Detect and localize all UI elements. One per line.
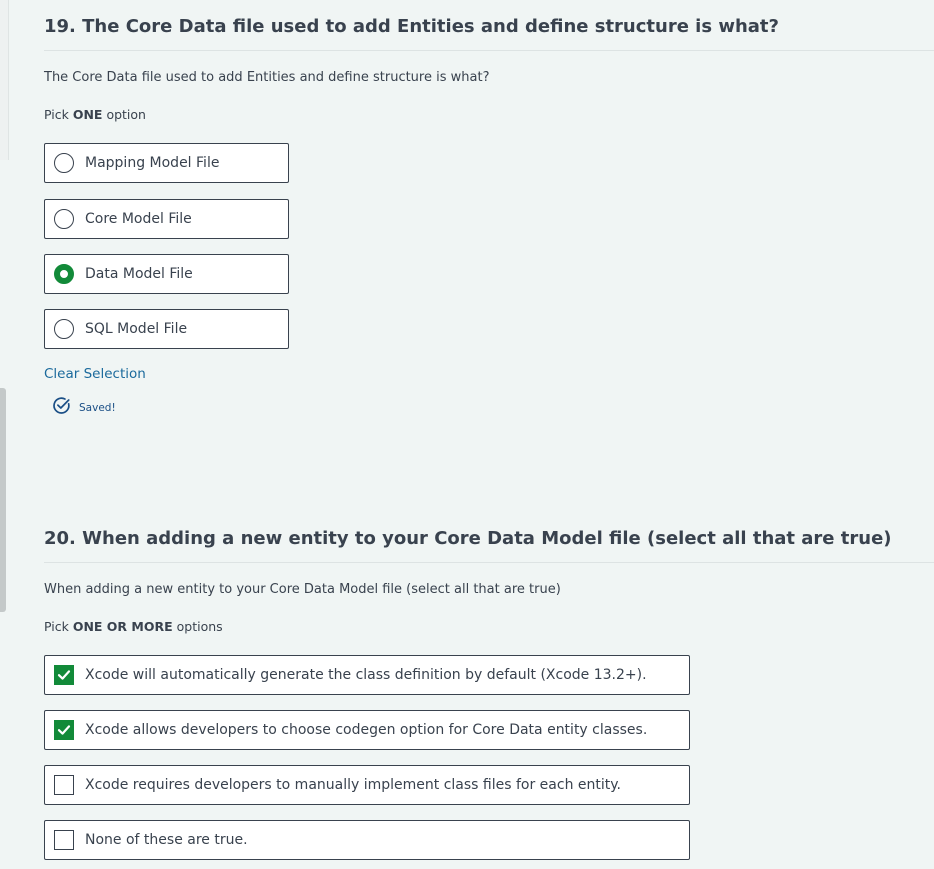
hint-suffix: options xyxy=(172,619,223,634)
question-20-hint: Pick ONE OR MORE options xyxy=(44,619,223,634)
checkmark-icon xyxy=(57,670,71,680)
option-label: Core Model File xyxy=(85,211,192,227)
radio-option-mapping-model[interactable]: Mapping Model File xyxy=(44,143,289,183)
clear-selection-link[interactable]: Clear Selection xyxy=(44,366,146,382)
option-label: None of these are true. xyxy=(85,832,248,848)
radio-option-data-model[interactable]: Data Model File xyxy=(44,254,289,294)
saved-label: Saved! xyxy=(79,401,116,414)
hint-prefix: Pick xyxy=(44,619,73,634)
option-label: Xcode allows developers to choose codege… xyxy=(85,722,648,738)
hint-bold: ONE xyxy=(72,107,103,122)
radio-button[interactable] xyxy=(54,319,74,339)
option-label: Mapping Model File xyxy=(85,155,220,171)
question-19-title: 19. The Core Data file used to add Entit… xyxy=(44,16,779,37)
hint-prefix: Pick xyxy=(44,107,73,122)
radio-option-sql-model[interactable]: SQL Model File xyxy=(44,309,289,349)
hint-suffix: option xyxy=(102,107,146,122)
checkmark-icon xyxy=(57,725,71,735)
checkbox-option-none-true[interactable]: None of these are true. xyxy=(44,820,690,860)
question-page: 19. The Core Data file used to add Entit… xyxy=(0,0,934,869)
question-20-title: 20. When adding a new entity to your Cor… xyxy=(44,528,892,549)
radio-button[interactable] xyxy=(54,264,74,284)
option-label: Xcode requires developers to manually im… xyxy=(85,777,621,793)
question-20-divider xyxy=(44,562,934,563)
option-label: SQL Model File xyxy=(85,321,188,337)
checkbox[interactable] xyxy=(54,665,74,685)
radio-button[interactable] xyxy=(54,209,74,229)
checkbox-option-auto-generate[interactable]: Xcode will automatically generate the cl… xyxy=(44,655,690,695)
question-19-text: The Core Data file used to add Entities … xyxy=(44,70,490,85)
question-19-divider xyxy=(44,50,934,51)
option-label: Data Model File xyxy=(85,266,193,282)
question-19-hint: Pick ONE option xyxy=(44,107,146,122)
check-circle-icon xyxy=(52,396,71,419)
checkbox[interactable] xyxy=(54,775,74,795)
question-20-text: When adding a new entity to your Core Da… xyxy=(44,582,561,597)
hint-bold: ONE OR MORE xyxy=(72,619,173,634)
radio-option-core-model[interactable]: Core Model File xyxy=(44,199,289,239)
checkbox-option-codegen[interactable]: Xcode allows developers to choose codege… xyxy=(44,710,690,750)
checkbox-option-manual-implement[interactable]: Xcode requires developers to manually im… xyxy=(44,765,690,805)
saved-status: Saved! xyxy=(52,396,116,419)
radio-button[interactable] xyxy=(54,153,74,173)
option-label: Xcode will automatically generate the cl… xyxy=(85,667,647,683)
checkbox[interactable] xyxy=(54,830,74,850)
checkbox[interactable] xyxy=(54,720,74,740)
